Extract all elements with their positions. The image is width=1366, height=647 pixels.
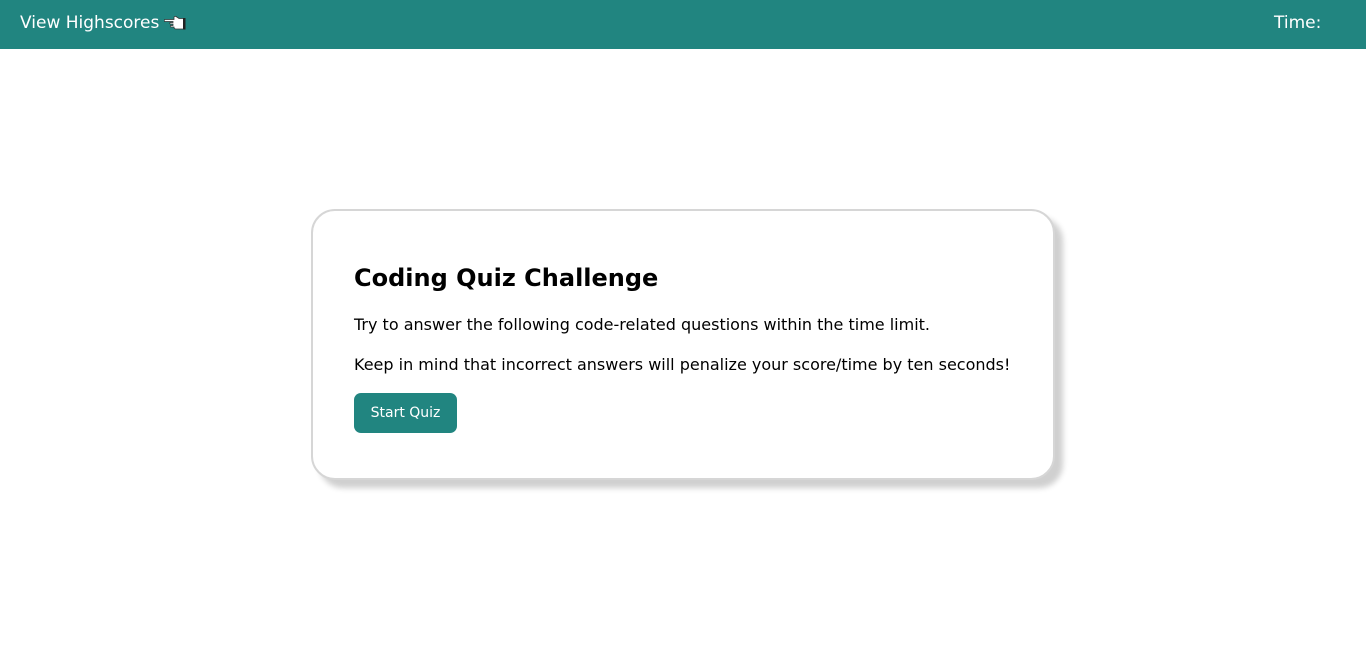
penalty-warning-text: Keep in mind that incorrect answers will… [354,355,1011,374]
instructions-text: Try to answer the following code-related… [354,315,930,334]
view-highscores-link[interactable]: View Highscores [20,12,186,34]
view-highscores-label: View Highscores [20,13,160,33]
quiz-title: Coding Quiz Challenge [354,264,659,292]
pointing-hand-icon [164,14,186,32]
quiz-intro-card: Coding Quiz Challenge Try to answer the … [311,209,1055,480]
timer-display: Time: [1274,12,1325,34]
top-nav-bar: View Highscores Time: [0,0,1366,49]
timer-label: Time: [1274,13,1322,33]
start-quiz-button[interactable]: Start Quiz [354,393,457,433]
